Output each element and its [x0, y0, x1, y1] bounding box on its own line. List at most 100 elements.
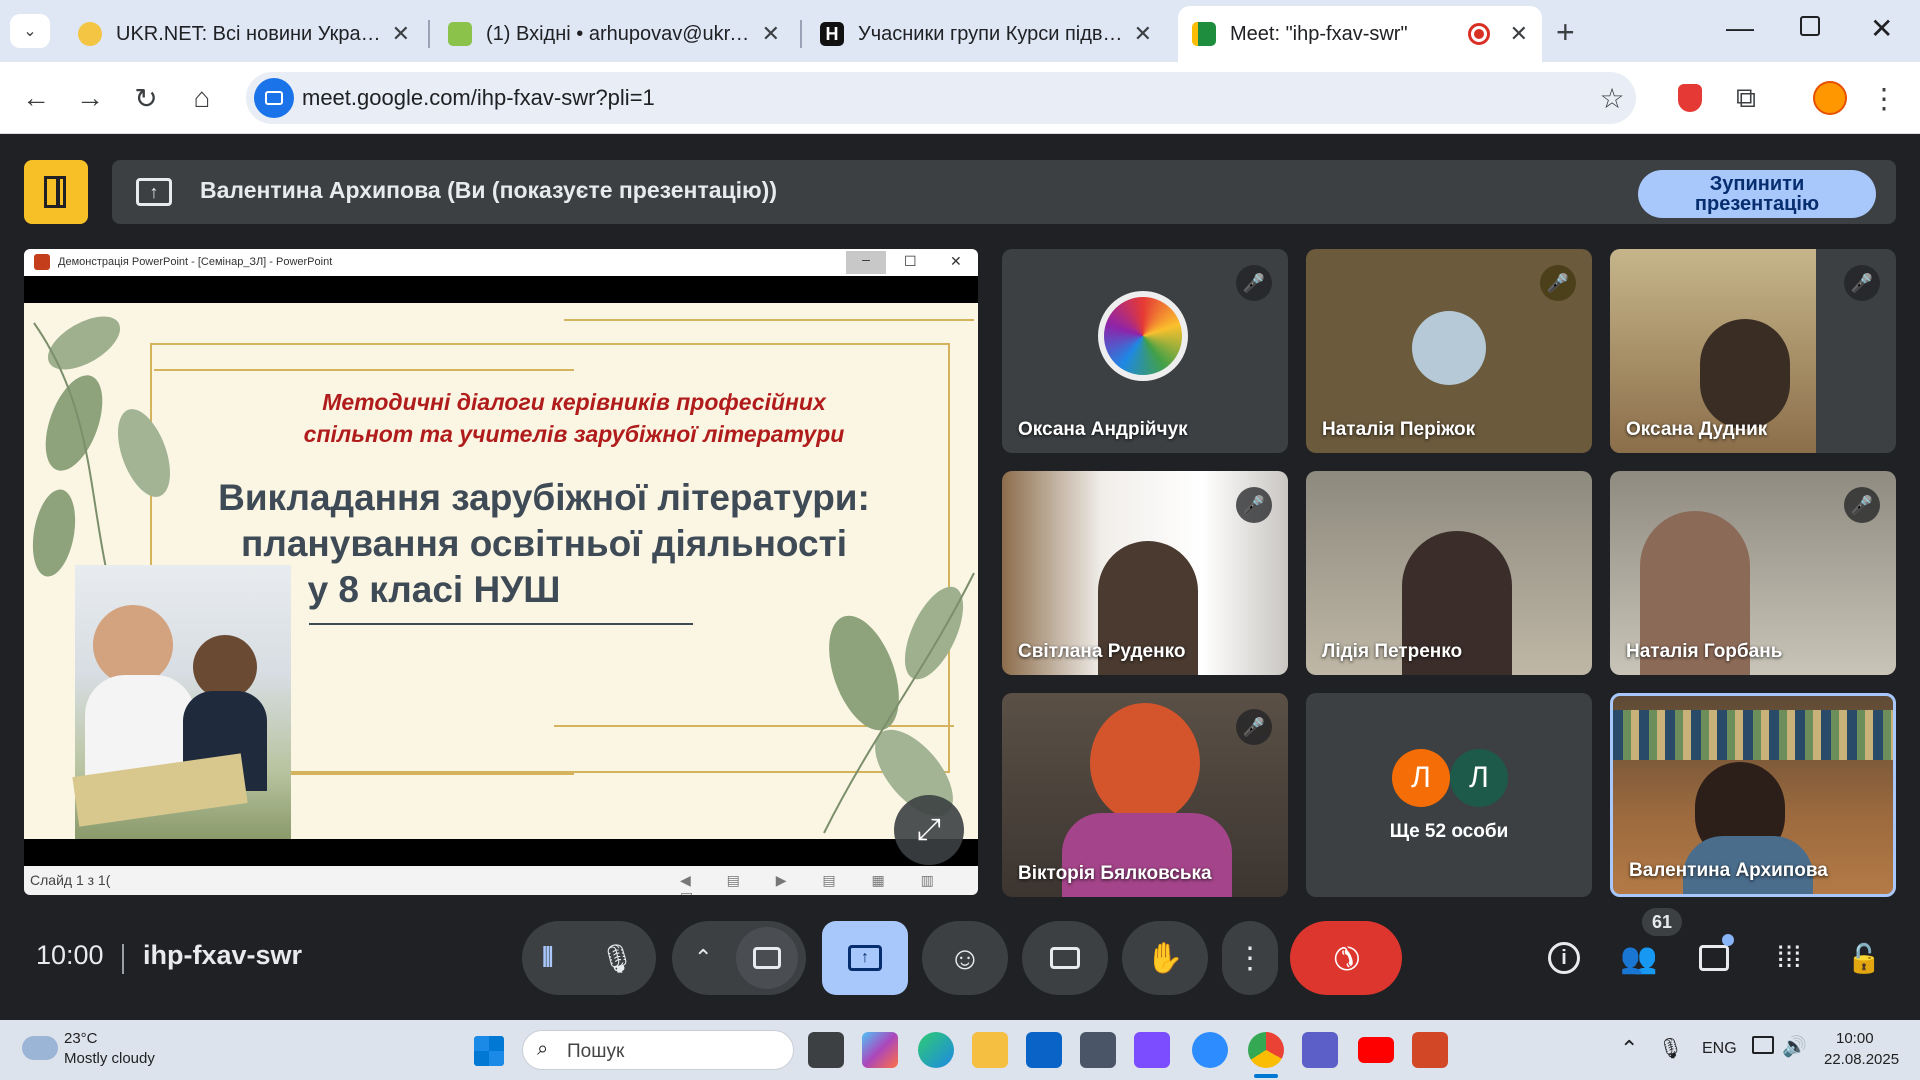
home-button[interactable]: ⌂ — [180, 76, 224, 120]
extensions-puzzle-icon[interactable]: ⧉ — [1724, 76, 1768, 120]
camera-button[interactable] — [736, 927, 798, 989]
profile-avatar[interactable] — [1808, 76, 1852, 120]
exit-room-icon[interactable] — [24, 160, 88, 224]
slide-subtitle-line2: спільнот та учителів зарубіжної літерату… — [303, 421, 845, 447]
restore-button[interactable] — [1800, 16, 1820, 36]
participant-tile[interactable]: 🎤 Оксана Дудник — [1610, 249, 1896, 453]
muted-mic-icon: 🎤 — [1236, 487, 1272, 523]
present-button[interactable]: ↑ — [822, 921, 908, 995]
participant-tile[interactable]: 🎤 Наталія Періжок — [1306, 249, 1592, 453]
teams-icon[interactable] — [1302, 1032, 1338, 1068]
url-text[interactable]: meet.google.com/ihp-fxav-swr?pli=1 — [302, 85, 655, 111]
powerpoint-taskbar-icon[interactable] — [1412, 1032, 1448, 1068]
meeting-clock: 10:00 — [36, 940, 104, 970]
muted-mic-icon: 🎤 — [1844, 265, 1880, 301]
stop-presenting-button[interactable]: Зупинити презентацію — [1638, 170, 1876, 218]
others-tile[interactable]: Л Л Ще 52 особи — [1306, 693, 1592, 897]
close-icon[interactable]: ✕ — [1134, 21, 1152, 47]
host-controls-button[interactable]: 🔓 — [1840, 934, 1888, 982]
fullscreen-button[interactable]: ⤢ — [894, 795, 964, 865]
tab-inbox[interactable]: (1) Вхідні • arhupovav@ukr.net ✕ — [434, 6, 794, 62]
present-screen-icon: ↑ — [848, 945, 882, 971]
snipping-tool-icon[interactable] — [1134, 1032, 1170, 1068]
search-placeholder: Пошук — [567, 1041, 625, 1062]
back-button[interactable]: ← — [14, 76, 58, 120]
zoom-icon[interactable] — [1192, 1032, 1228, 1068]
taskbar-date[interactable]: 22.08.2025 — [1824, 1051, 1899, 1068]
slide-photo — [72, 565, 291, 839]
browser-menu-icon[interactable]: ⋮ — [1862, 76, 1906, 120]
new-tab-button[interactable]: + — [1556, 14, 1575, 51]
leaf-decoration-icon — [823, 572, 975, 834]
camera-options-chevron-icon[interactable]: ⌃ — [694, 945, 712, 971]
volume-icon[interactable]: 🔊 — [1782, 1034, 1807, 1059]
close-window-button[interactable]: ✕ — [1870, 12, 1893, 45]
weather-desc[interactable]: Mostly cloudy — [64, 1050, 155, 1067]
active-app-indicator — [1254, 1074, 1278, 1078]
tab-meet[interactable]: Meet: "ihp-fxav-swr" ✕ — [1178, 6, 1542, 62]
pp-view-controls[interactable]: ◀ ▤ ▶ ▤ ▦ ▥ ▣ — [680, 872, 978, 895]
browser-toolbar: ← → ↻ ⌂ meet.google.com/ihp-fxav-swr?pli… — [0, 62, 1920, 134]
forward-button[interactable]: → — [68, 76, 112, 120]
calculator-icon[interactable] — [1080, 1032, 1116, 1068]
participant-name: Наталія Періжок — [1322, 419, 1476, 440]
tab-search-button[interactable]: ⌄ — [10, 14, 50, 48]
tray-chevron-icon[interactable]: ⌃ — [1620, 1036, 1638, 1062]
powerpoint-titlebar: Демонстрація PowerPoint - [Семінар_ЗЛ] -… — [24, 249, 978, 276]
participant-name: Світлана Руденко — [1018, 641, 1186, 662]
minimize-button[interactable]: — — [1726, 12, 1754, 44]
tab-divider — [428, 20, 430, 48]
banner-title: Валентина Архипова (Ви (показуєте презен… — [200, 177, 777, 203]
network-icon[interactable] — [1752, 1036, 1774, 1054]
copilot-icon[interactable] — [862, 1032, 898, 1068]
more-options-button[interactable]: ⋮ — [1222, 921, 1278, 995]
tray-mic-icon[interactable]: 🎙 — [1658, 1036, 1683, 1061]
bookshelf — [1613, 710, 1893, 760]
chrome-icon[interactable] — [1248, 1032, 1284, 1068]
activities-button[interactable]: ⁞⁞⁞ — [1765, 934, 1813, 982]
leave-call-button[interactable]: ✆ — [1290, 921, 1402, 995]
youtube-icon[interactable] — [1358, 1037, 1394, 1063]
edge-icon[interactable] — [918, 1032, 954, 1068]
language-indicator[interactable]: ENG — [1702, 1040, 1737, 1058]
meeting-code: ihp-fxav-swr — [143, 940, 303, 970]
meet-site-icon[interactable] — [254, 78, 294, 118]
pp-minimize-button[interactable]: – — [846, 251, 886, 274]
reactions-button[interactable]: ☺ — [922, 921, 1008, 995]
participant-tile[interactable]: 🎤 Світлана Руденко — [1002, 471, 1288, 675]
close-icon[interactable]: ✕ — [762, 21, 780, 47]
self-tile[interactable]: Валентина Архипова — [1610, 693, 1896, 897]
audio-levels-icon[interactable]: ⦀ — [542, 942, 553, 974]
captions-button[interactable] — [1022, 921, 1108, 995]
participant-tile[interactable]: 🎤 Оксана Андрійчук — [1002, 249, 1288, 453]
weather-temp[interactable]: 23°C — [64, 1030, 98, 1047]
outlook-icon[interactable] — [1026, 1032, 1062, 1068]
pp-maximize-button[interactable]: ☐ — [904, 253, 917, 270]
chevron-down-icon: ⌄ — [23, 23, 37, 40]
bookmark-star-icon[interactable]: ☆ — [1590, 76, 1634, 120]
close-icon[interactable]: ✕ — [1510, 21, 1528, 47]
reload-button[interactable]: ↻ — [124, 76, 168, 120]
taskbar-search-box[interactable]: ⌕ Пошук — [522, 1030, 794, 1070]
hand-icon: ✋ — [1146, 941, 1184, 975]
close-icon[interactable]: ✕ — [392, 21, 410, 47]
pp-close-button[interactable]: ✕ — [950, 253, 962, 270]
meeting-info-button[interactable]: i — [1540, 934, 1588, 982]
tab-title: UKR.NET: Всі новини України, с — [116, 22, 382, 45]
file-explorer-icon[interactable] — [972, 1032, 1008, 1068]
chat-button[interactable] — [1690, 934, 1738, 982]
tab-ukrnet[interactable]: UKR.NET: Всі новини України, с ✕ — [64, 6, 424, 62]
weather-cloud-icon[interactable] — [22, 1036, 58, 1060]
participant-tile[interactable]: Лідія Петренко — [1306, 471, 1592, 675]
windows-start-icon[interactable] — [474, 1036, 504, 1066]
raise-hand-button[interactable]: ✋ — [1122, 921, 1208, 995]
participant-tile[interactable]: 🎤 Наталія Горбань — [1610, 471, 1896, 675]
task-view-icon[interactable] — [808, 1032, 844, 1068]
taskbar-time[interactable]: 10:00 — [1836, 1030, 1874, 1047]
participant-tile[interactable]: 🎤 Вікторія Бялковська — [1002, 693, 1288, 897]
address-bar[interactable]: meet.google.com/ihp-fxav-swr?pli=1 — [246, 72, 1636, 124]
tab-group-members[interactable]: H Учасники групи Курси підвищ ✕ — [806, 6, 1166, 62]
people-button[interactable]: 👥 — [1615, 934, 1663, 982]
extension-shield-icon[interactable] — [1668, 76, 1712, 120]
microphone-button[interactable]: 🎙 — [586, 927, 648, 989]
